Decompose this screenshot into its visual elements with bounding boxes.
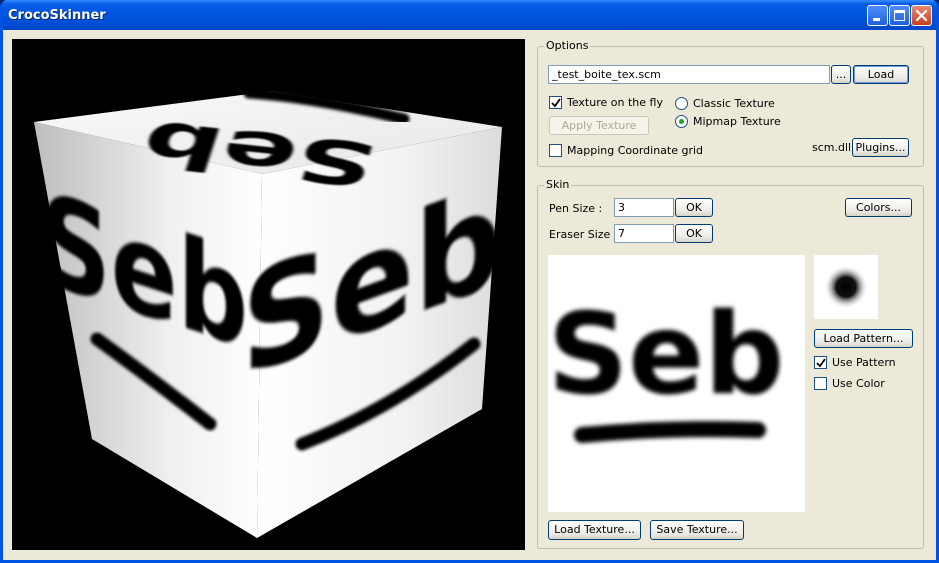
plugins-button[interactable]: Plugins... [852, 138, 909, 157]
minimize-icon [873, 18, 880, 21]
maximize-icon [894, 10, 905, 21]
eraser-size-ok-button[interactable]: OK [675, 224, 713, 243]
texture-drawing: Seb [548, 290, 784, 443]
checkmark-icon [816, 358, 826, 368]
radio-indicator [675, 97, 688, 110]
window-title: CrocoSkinner [8, 8, 106, 23]
3d-viewport[interactable]: Seb Seb Seb [12, 39, 525, 550]
radio-indicator-selected [675, 115, 688, 128]
close-button[interactable] [911, 5, 932, 26]
classic-texture-radio[interactable]: Classic Texture [675, 97, 775, 110]
texture-on-fly-checkbox[interactable]: Texture on the fly [549, 96, 663, 109]
texture-on-fly-label: Texture on the fly [567, 96, 663, 109]
texture-drawing-text: Seb [548, 290, 784, 420]
use-pattern-checkbox[interactable]: Use Pattern [814, 356, 896, 369]
classic-texture-label: Classic Texture [693, 97, 775, 110]
pattern-preview [814, 255, 878, 319]
use-pattern-label: Use Pattern [832, 356, 896, 369]
eraser-size-input[interactable]: 7 [614, 224, 674, 243]
load-button[interactable]: Load [853, 65, 909, 84]
checkbox-box [549, 96, 562, 109]
pen-size-label: Pen Size : [549, 202, 603, 215]
minimize-button[interactable] [867, 5, 888, 26]
colors-button[interactable]: Colors... [845, 198, 912, 217]
checkbox-box [549, 144, 562, 157]
mipmap-texture-label: Mipmap Texture [693, 115, 781, 128]
checkbox-box [814, 377, 827, 390]
close-icon [915, 9, 928, 22]
maximize-button[interactable] [889, 5, 910, 26]
load-texture-button[interactable]: Load Texture... [548, 520, 641, 540]
plugin-name: scm.dll [812, 141, 852, 154]
use-color-label: Use Color [832, 377, 885, 390]
mipmap-texture-radio[interactable]: Mipmap Texture [675, 115, 781, 128]
mapping-grid-label: Mapping Coordinate grid [567, 144, 704, 157]
title-bar[interactable]: CrocoSkinner [3, 0, 936, 30]
skin-group-label: Skin [544, 178, 572, 191]
options-group-label: Options [544, 39, 591, 52]
load-pattern-button[interactable]: Load Pattern... [814, 329, 913, 348]
eraser-size-label: Eraser Size : [549, 228, 618, 241]
texture-canvas[interactable]: Seb [548, 255, 805, 512]
checkbox-box [814, 356, 827, 369]
pen-size-ok-button[interactable]: OK [675, 198, 713, 217]
browse-button[interactable]: ... [831, 65, 851, 84]
file-path-input[interactable]: _test_boite_tex.scm [548, 65, 830, 84]
brush-pattern-icon [824, 265, 868, 309]
mapping-grid-checkbox[interactable]: Mapping Coordinate grid [549, 144, 703, 157]
use-color-checkbox[interactable]: Use Color [814, 377, 885, 390]
save-texture-button[interactable]: Save Texture... [650, 520, 744, 540]
apply-texture-button[interactable]: Apply Texture [549, 116, 649, 135]
checkmark-icon [551, 98, 561, 108]
textured-cube: Seb Seb Seb [34, 87, 503, 538]
pen-size-input[interactable]: 3 [614, 198, 674, 217]
